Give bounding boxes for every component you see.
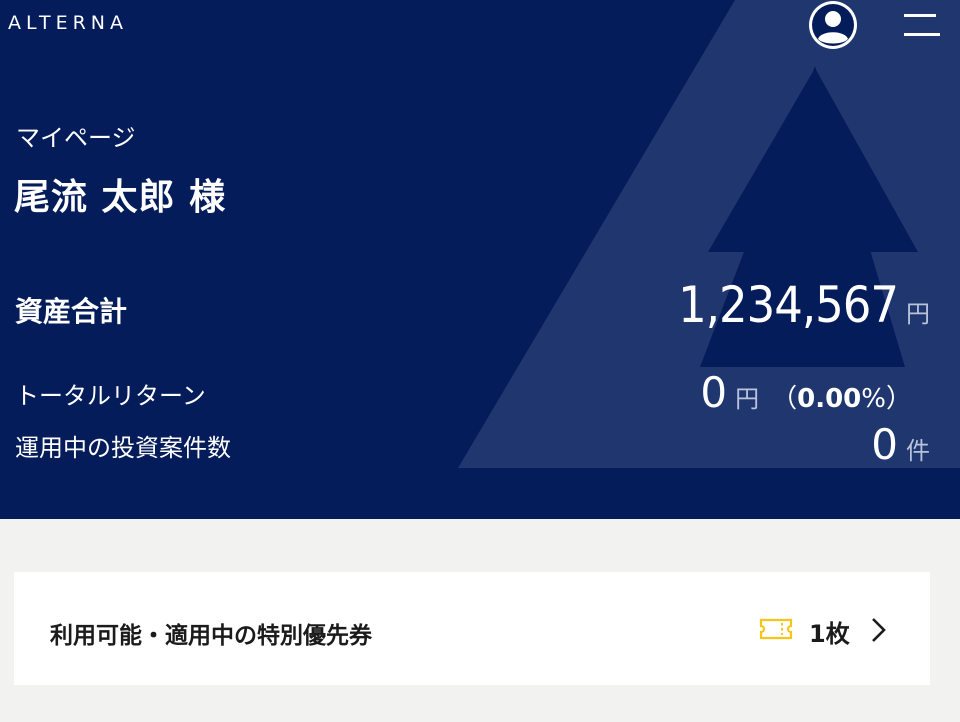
total-return-value: 0 円 （0.00%） [700, 368, 912, 417]
pct-value: 0.00 [797, 384, 862, 414]
total-assets-amount: 1,234,567 [678, 276, 899, 334]
user-account-button[interactable] [805, 0, 861, 52]
alterna-logo[interactable]: ALTERNA [8, 12, 128, 34]
coupon-count: 1枚 [809, 620, 850, 648]
total-return-amount: 0 [700, 368, 728, 417]
active-investments-value: 0件 [871, 420, 930, 469]
coupon-card-title: 利用可能・適用中の特別優先券 [50, 623, 372, 649]
active-investments-unit: 件 [906, 437, 930, 465]
active-investments-count: 0 [871, 420, 898, 469]
mypage-hero: ALTERNA マイページ 尾流 太郎 様 資産合計 1,234,567 円 トー… [0, 0, 960, 519]
active-investments-label: 運用中の投資案件数 [15, 434, 231, 462]
special-coupon-card[interactable]: 利用可能・適用中の特別優先券 1枚 [14, 572, 930, 685]
page-title: マイページ [16, 124, 136, 152]
total-assets-label: 資産合計 [15, 295, 128, 328]
user-name: 尾流 太郎 様 [14, 177, 227, 218]
total-return-percent: （0.00%） [771, 384, 912, 414]
pct-symbol: % [861, 384, 886, 414]
user-circle-icon [809, 1, 857, 49]
chevron-right-icon [872, 618, 886, 642]
pct-open: （ [771, 384, 798, 414]
total-assets-unit: 円 [906, 300, 930, 328]
menu-icon [904, 14, 940, 36]
pct-close: ） [885, 384, 912, 414]
total-assets-value: 1,234,567 円 [678, 276, 930, 334]
total-return-unit: 円 [735, 385, 760, 413]
menu-button[interactable] [900, 8, 942, 42]
total-return-label: トータルリターン [15, 382, 206, 410]
ticket-icon [759, 618, 793, 640]
